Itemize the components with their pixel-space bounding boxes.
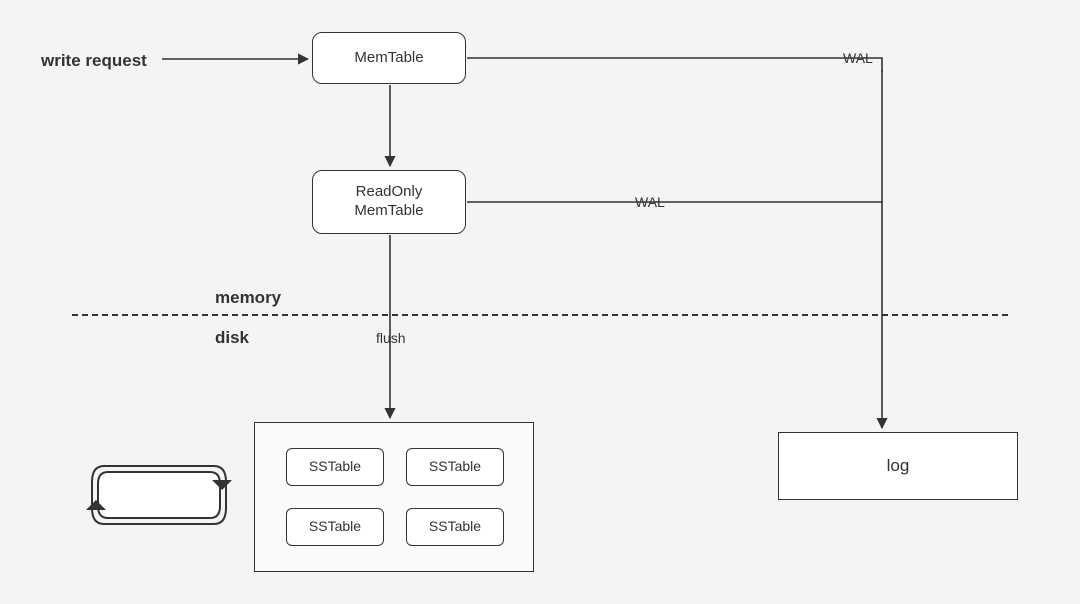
wal-edge-label-2: WAL [632, 194, 668, 210]
memtable-box: MemTable [312, 32, 466, 84]
readonly-memtable-box: ReadOnly MemTable [312, 170, 466, 234]
edge-memtable-to-log-upper [467, 58, 882, 72]
flush-edge-label: flush [373, 330, 409, 346]
sstable-box-1: SSTable [286, 448, 384, 486]
log-box: log [778, 432, 1018, 500]
memory-region-label: memory [212, 288, 284, 308]
diagram-canvas: write request MemTable ReadOnly MemTable… [0, 0, 1080, 604]
sstable-box-4: SSTable [406, 508, 504, 546]
sstable-text: SSTable [309, 518, 361, 536]
readonly-memtable-text: ReadOnly MemTable [354, 183, 423, 221]
sstable-text: SSTable [429, 518, 481, 536]
sstable-text: SSTable [429, 458, 481, 476]
write-request-label: write request [38, 51, 150, 71]
sstable-box-2: SSTable [406, 448, 504, 486]
memory-disk-divider [72, 314, 1008, 316]
sstable-box-3: SSTable [286, 508, 384, 546]
connectors-overlay [0, 0, 1080, 604]
disk-region-label: disk [212, 328, 252, 348]
sstable-text: SSTable [309, 458, 361, 476]
sstable-container [254, 422, 534, 572]
compaction-label: Compaction [108, 487, 194, 504]
memtable-text: MemTable [354, 49, 423, 68]
log-text: log [887, 456, 910, 476]
wal-edge-label-1: WAL [840, 50, 876, 66]
